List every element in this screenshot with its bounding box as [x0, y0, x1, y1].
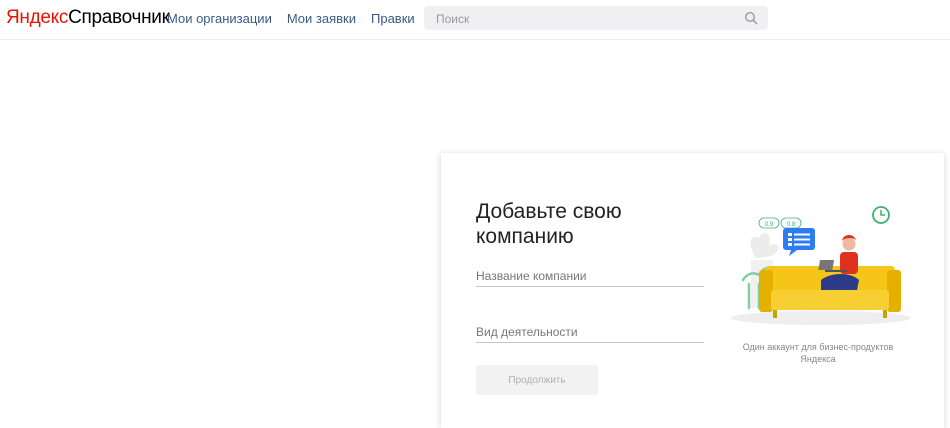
nav-my-organizations[interactable]: Мои организации: [167, 11, 272, 26]
yandex-spravochnik-logo[interactable]: ЯндексСправочник: [6, 8, 170, 28]
add-company-card: Добавьте свою компанию Продолжить 0.9 0.…: [441, 153, 944, 428]
person-with-laptop-icon: [818, 235, 859, 290]
search-input[interactable]: [434, 6, 738, 32]
sofa-icon: [759, 266, 901, 318]
company-name-field[interactable]: [476, 266, 704, 287]
search-icon[interactable]: [744, 11, 758, 25]
nav-edits[interactable]: Правки: [371, 11, 415, 26]
svg-text:0.8: 0.8: [787, 222, 796, 228]
rating-badge-left: 0.9: [758, 217, 780, 229]
page-title: Добавьте свою компанию: [476, 200, 622, 248]
search-box: [424, 6, 768, 32]
logo-brand: Яндекс: [6, 7, 69, 28]
main-nav: Мои организации Мои заявки Правки: [167, 11, 415, 26]
top-header: ЯндексСправочник Мои организации Мои зая…: [0, 0, 950, 40]
rating-badge-right: 0.8: [780, 217, 802, 229]
continue-button[interactable]: Продолжить: [476, 365, 598, 395]
activity-type-field[interactable]: [476, 322, 704, 343]
sofa-illustration: 0.9 0.8: [731, 206, 911, 325]
logo-product: Справочник: [68, 7, 170, 28]
illustration-caption: Один аккаунт для бизнес-продуктов Яндекс…: [742, 342, 894, 364]
chat-bubble-icon: [783, 228, 815, 256]
clock-icon: [872, 206, 890, 224]
nav-my-requests[interactable]: Мои заявки: [287, 11, 356, 26]
svg-text:0.9: 0.9: [765, 222, 774, 228]
